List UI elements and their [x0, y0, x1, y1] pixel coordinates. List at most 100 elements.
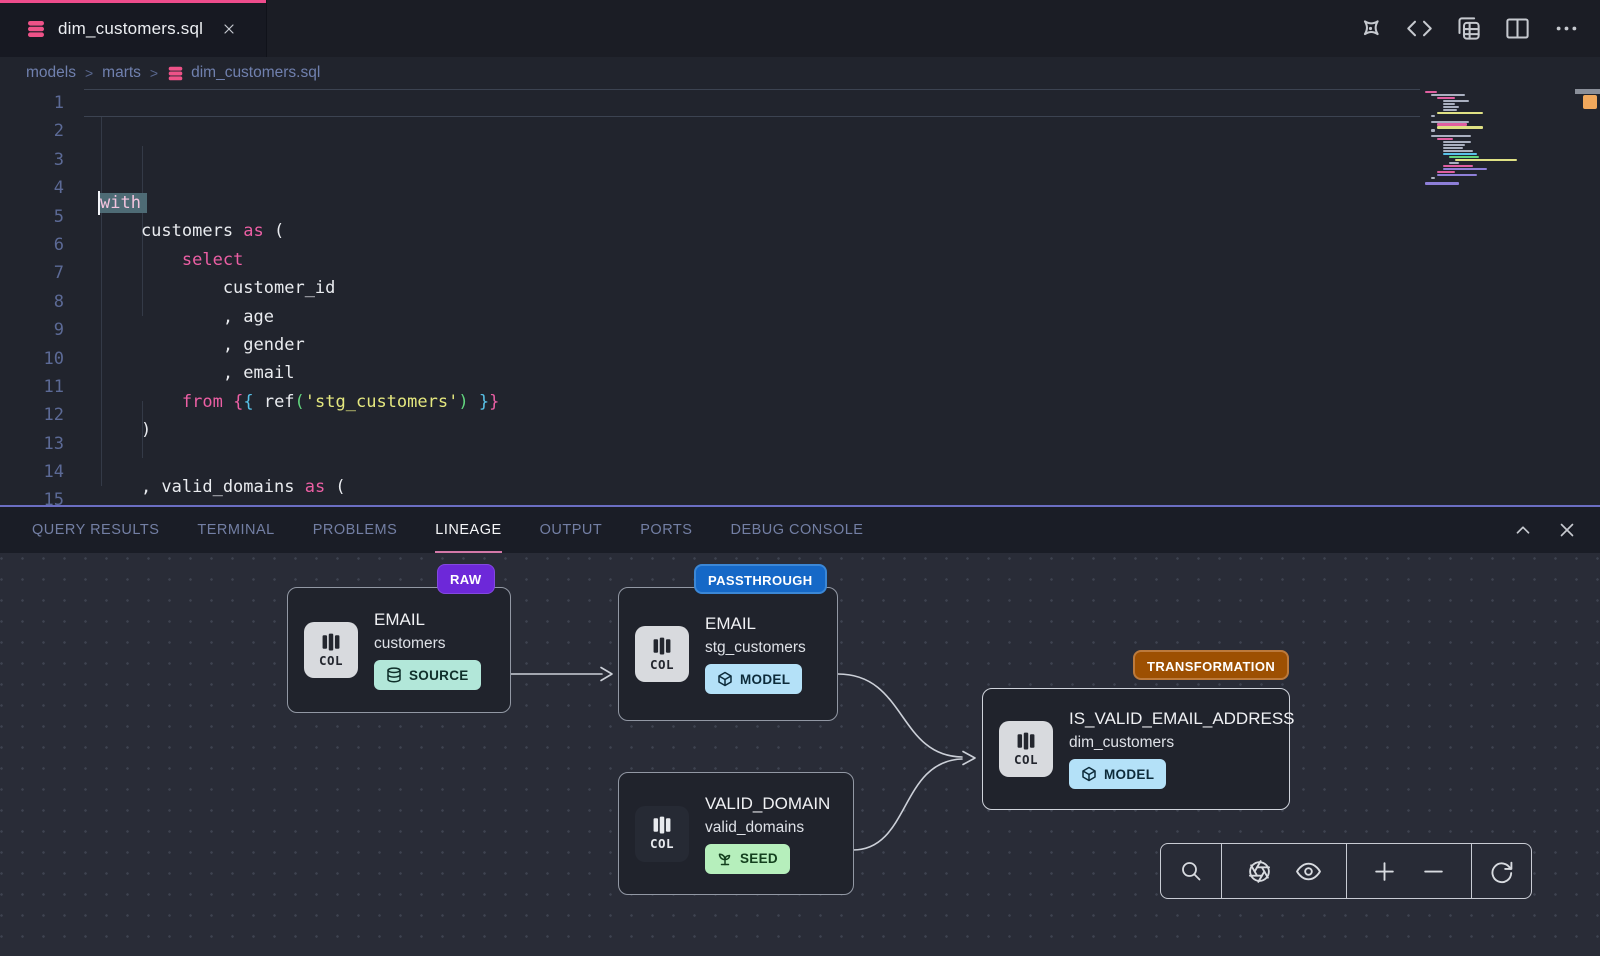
- minimap-line: [1425, 91, 1437, 93]
- minimap-line: [1443, 153, 1477, 155]
- editor-tab-bar: dim_customers.sql: [0, 0, 1600, 57]
- code-line[interactable]: , gender: [100, 331, 1420, 359]
- tab-title: dim_customers.sql: [58, 19, 203, 39]
- code-line[interactable]: from {{ ref('stg_customers') }}: [100, 388, 1420, 416]
- bottom-panel: QUERY RESULTS TERMINAL PROBLEMS LINEAGE …: [0, 505, 1600, 956]
- refresh-icon[interactable]: [1489, 859, 1514, 884]
- breadcrumb-marts[interactable]: marts: [102, 64, 141, 82]
- minimap-line: [1443, 165, 1473, 167]
- split-editor-icon[interactable]: [1504, 15, 1531, 42]
- overview-ruler-marker: [1583, 95, 1597, 109]
- code-line[interactable]: customers as (: [100, 217, 1420, 245]
- code-icon[interactable]: [1406, 15, 1433, 42]
- line-number: 3: [0, 146, 64, 174]
- breadcrumb-separator: >: [150, 65, 158, 81]
- code-line[interactable]: select: [100, 246, 1420, 274]
- column-icon: COL: [304, 622, 358, 678]
- minimap-line: [1455, 159, 1517, 161]
- node-title: EMAIL: [374, 610, 481, 630]
- code-line[interactable]: ): [100, 416, 1420, 444]
- minimap-line: [1443, 106, 1459, 108]
- copy-table-icon[interactable]: [1455, 15, 1482, 42]
- minimap-line: [1437, 174, 1477, 176]
- scrollbar-thumb[interactable]: [1575, 89, 1600, 94]
- aperture-icon[interactable]: [1247, 859, 1272, 884]
- tab-close-icon[interactable]: [221, 21, 237, 37]
- breadcrumb: models > marts > dim_customers.sql: [0, 57, 1600, 89]
- active-tab-accent: [0, 0, 266, 3]
- tab-problems[interactable]: PROBLEMS: [313, 507, 398, 553]
- line-number: 10: [0, 345, 64, 373]
- minimap-line: [1437, 138, 1453, 140]
- panel-actions: [1512, 507, 1578, 553]
- node-subtitle: valid_domains: [705, 819, 830, 837]
- node-subtitle: customers: [374, 635, 481, 653]
- lineage-node-dim-customers[interactable]: COL IS_VALID_EMAIL_ADDRESS dim_customers…: [982, 688, 1290, 810]
- badge-transformation: TRANSFORMATION: [1133, 650, 1289, 680]
- minimap-line: [1443, 109, 1457, 111]
- column-icon: COL: [635, 806, 689, 862]
- minimap-line: [1443, 147, 1463, 149]
- code-line[interactable]: with: [100, 189, 1420, 217]
- badge-passthrough: PASSTHROUGH: [694, 564, 827, 594]
- lineage-toolbar: [1160, 843, 1532, 899]
- zoom-in-icon[interactable]: [1372, 859, 1397, 884]
- zoom-out-icon[interactable]: [1421, 859, 1446, 884]
- text-cursor: [98, 191, 100, 215]
- code-region[interactable]: 123456789101112131415 with customers as …: [0, 89, 1600, 505]
- line-number: 15: [0, 486, 64, 505]
- lineage-node-stg-customers[interactable]: COL EMAIL stg_customers MODEL: [618, 587, 838, 721]
- lineage-canvas[interactable]: RAW PASSTHROUGH TRANSFORMATION COL EMAIL…: [0, 555, 1600, 956]
- tab-terminal[interactable]: TERMINAL: [197, 507, 274, 553]
- tab-dim-customers[interactable]: dim_customers.sql: [0, 0, 267, 57]
- minimap-line: [1431, 94, 1465, 96]
- lineage-node-customers[interactable]: COL EMAIL customers SOURCE: [287, 587, 511, 713]
- badge-raw: RAW: [437, 564, 495, 594]
- breadcrumb-separator: >: [85, 65, 93, 81]
- code-line[interactable]: [100, 445, 1420, 473]
- tab-lineage[interactable]: LINEAGE: [435, 507, 501, 553]
- app-window: dim_customers.sql models: [0, 0, 1600, 956]
- model-badge: MODEL: [1069, 759, 1166, 789]
- code-line[interactable]: customer_id: [100, 274, 1420, 302]
- code-line[interactable]: , age: [100, 303, 1420, 331]
- code-line[interactable]: , email: [100, 359, 1420, 387]
- breadcrumb-file[interactable]: dim_customers.sql: [167, 64, 320, 82]
- lineage-node-valid-domains[interactable]: COL VALID_DOMAIN valid_domains SEED: [618, 772, 854, 895]
- database-icon: [167, 65, 184, 82]
- line-number-gutter: 123456789101112131415: [0, 89, 64, 505]
- line-number: 6: [0, 231, 64, 259]
- minimap-line: [1437, 171, 1455, 173]
- code-editor: models > marts > dim_customers.sql 12345…: [0, 57, 1600, 505]
- eye-icon[interactable]: [1296, 859, 1321, 884]
- minimap-line: [1431, 129, 1435, 131]
- tab-ports[interactable]: PORTS: [640, 507, 692, 553]
- node-title: EMAIL: [705, 614, 806, 634]
- minimap-line: [1449, 156, 1479, 158]
- line-number: 1: [0, 89, 64, 117]
- close-icon[interactable]: [1556, 519, 1578, 541]
- chevron-up-icon[interactable]: [1512, 519, 1534, 541]
- minimap-line: [1431, 135, 1471, 137]
- tab-output[interactable]: OUTPUT: [540, 507, 603, 553]
- database-icon: [26, 19, 46, 39]
- line-number: 9: [0, 316, 64, 344]
- column-icon: COL: [635, 626, 689, 682]
- node-subtitle: stg_customers: [705, 639, 806, 657]
- more-icon[interactable]: [1553, 15, 1580, 42]
- code-line[interactable]: , valid_domains as (: [100, 473, 1420, 501]
- line-number: 12: [0, 401, 64, 429]
- dbt-star-icon[interactable]: [1357, 15, 1384, 42]
- line-number: 8: [0, 288, 64, 316]
- breadcrumb-models[interactable]: models: [26, 64, 76, 82]
- code-lines: with customers as ( select customer_id ,…: [100, 89, 1420, 505]
- minimap-line: [1443, 141, 1471, 143]
- cube-icon: [717, 671, 733, 687]
- tab-query-results[interactable]: QUERY RESULTS: [32, 507, 159, 553]
- line-number: 2: [0, 117, 64, 145]
- minimap-line: [1443, 100, 1469, 102]
- search-icon[interactable]: [1179, 859, 1203, 883]
- tab-debug-console[interactable]: DEBUG CONSOLE: [730, 507, 863, 553]
- minimap-line: [1443, 168, 1487, 170]
- editor-actions: [1357, 0, 1580, 57]
